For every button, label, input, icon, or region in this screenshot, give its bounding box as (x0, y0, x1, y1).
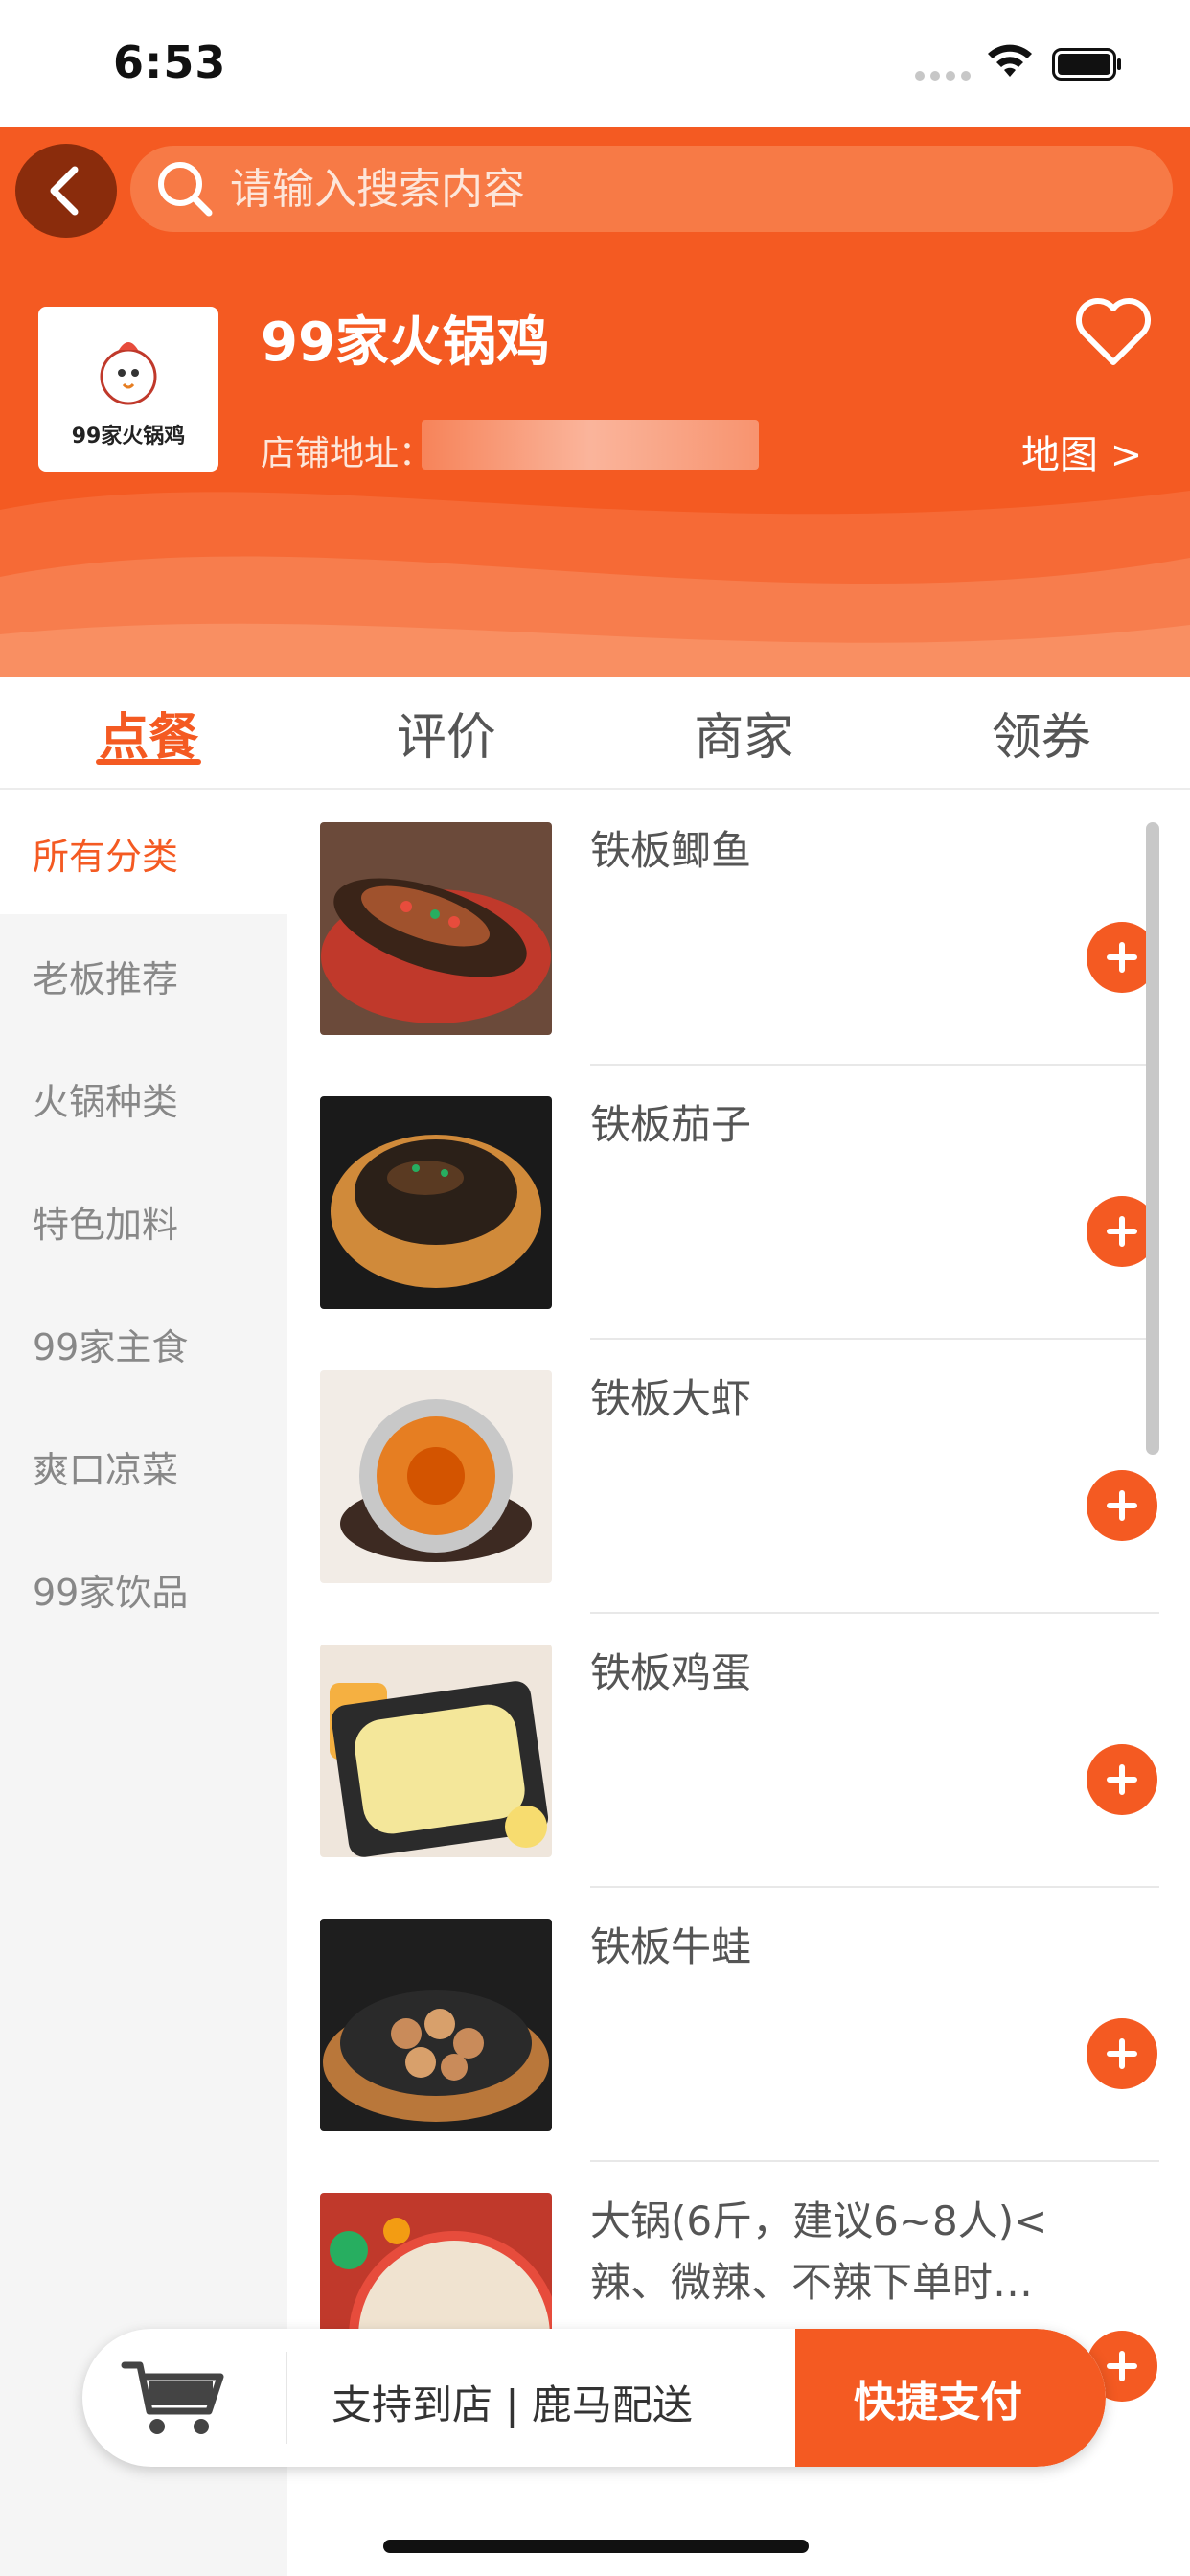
add-to-cart-button[interactable] (1087, 2018, 1157, 2089)
plus-icon (1107, 942, 1137, 973)
status-bar: 6:53 (0, 0, 1190, 126)
search-bar[interactable] (130, 146, 1173, 232)
tab-order[interactable]: 点餐 (0, 677, 298, 788)
store-logo: 99家火锅鸡 (38, 307, 218, 472)
search-input[interactable] (230, 164, 1092, 214)
menu-item-name: 铁板牛蛙 (590, 1923, 752, 1970)
category-sidebar: 所有分类 老板推荐 火锅种类 特色加料 99家主食 爽口凉菜 99家饮品 (0, 792, 287, 2576)
plus-icon (1107, 2038, 1137, 2069)
menu-item[interactable]: 铁板鲫鱼 (287, 792, 1190, 1066)
cart-icon[interactable] (121, 2358, 228, 2438)
store-name: 99家火锅鸡 (261, 311, 550, 374)
category-all[interactable]: 所有分类 (0, 792, 287, 914)
tab-active-underline (96, 759, 202, 765)
menu-item-image (320, 1919, 552, 2131)
menu-item[interactable]: 铁板鸡蛋 (287, 1614, 1190, 1888)
menu-item-image (320, 822, 552, 1035)
plus-icon (1107, 2351, 1137, 2381)
add-to-cart-button[interactable] (1087, 1470, 1157, 1541)
plus-icon (1107, 1490, 1137, 1521)
home-indicator[interactable] (383, 2540, 809, 2553)
menu-list: 铁板鲫鱼 铁板茄子 铁板大虾 铁板鸡蛋 铁板牛蛙 大锅(6斤，建议6~8人)<辣… (287, 792, 1190, 2478)
header-wave-decoration (0, 491, 1190, 677)
tab-label: 点餐 (99, 708, 199, 767)
tab-merchant[interactable]: 商家 (595, 677, 893, 788)
map-link[interactable]: 地图 > (1021, 424, 1142, 479)
tab-label: 领券 (991, 708, 1091, 767)
delivery-options-text: 支持到店 | 鹿马配送 (332, 2381, 693, 2428)
category-hotpot-types[interactable]: 火锅种类 (0, 1037, 287, 1160)
menu-item-name: 铁板鸡蛋 (590, 1649, 752, 1696)
chicken-logo-icon (100, 342, 157, 405)
tab-label: 评价 (396, 708, 496, 767)
quick-pay-button[interactable]: 快捷支付 (795, 2329, 1106, 2467)
store-header: 99家火锅鸡 99家火锅鸡 店铺地址： 地图 > (0, 126, 1190, 677)
cart-bar: 支持到店 | 鹿马配送 快捷支付 (82, 2329, 1106, 2467)
menu-item[interactable]: 铁板茄子 (287, 1066, 1190, 1340)
tab-reviews[interactable]: 评价 (298, 677, 596, 788)
menu-item[interactable]: 铁板牛蛙 (287, 1888, 1190, 2162)
category-drinks[interactable]: 99家饮品 (0, 1528, 287, 1650)
tab-label: 商家 (694, 708, 794, 767)
menu-item-image (320, 1096, 552, 1309)
category-cold-dishes[interactable]: 爽口凉菜 (0, 1405, 287, 1528)
battery-icon (1052, 48, 1121, 80)
menu-item-name: 大锅(6斤，建议6~8人)<辣、微辣、不辣下单时… (590, 2197, 1048, 2306)
category-staple-food[interactable]: 99家主食 (0, 1282, 287, 1405)
wifi-icon (988, 44, 1032, 77)
menu-item-name: 铁板鲫鱼 (590, 827, 752, 874)
cart-separator (286, 2352, 287, 2444)
category-special-addons[interactable]: 特色加料 (0, 1160, 287, 1282)
address-redacted (422, 420, 759, 470)
chevron-left-icon (50, 166, 79, 216)
heart-icon[interactable] (1073, 295, 1154, 368)
add-to-cart-button[interactable] (1087, 1744, 1157, 1815)
plus-icon (1107, 1764, 1137, 1795)
category-boss-recommend[interactable]: 老板推荐 (0, 914, 287, 1037)
menu-scrollbar[interactable] (1146, 822, 1159, 1455)
tab-coupons[interactable]: 领券 (893, 677, 1190, 788)
search-icon (158, 162, 213, 217)
menu-item-image (320, 1370, 552, 1583)
back-button[interactable] (15, 144, 117, 238)
logo-text: 99家火锅鸡 (71, 425, 186, 448)
menu-item-image (320, 1644, 552, 1857)
signal-icon (915, 71, 971, 80)
store-address-label: 店铺地址： (261, 434, 434, 473)
plus-icon (1107, 1216, 1137, 1247)
menu-item[interactable]: 铁板大虾 (287, 1340, 1190, 1614)
menu-item-name: 铁板大虾 (590, 1375, 752, 1422)
store-tabs: 点餐 评价 商家 领券 (0, 677, 1190, 790)
menu-item-name: 铁板茄子 (590, 1101, 752, 1148)
status-time: 6:53 (113, 36, 227, 88)
